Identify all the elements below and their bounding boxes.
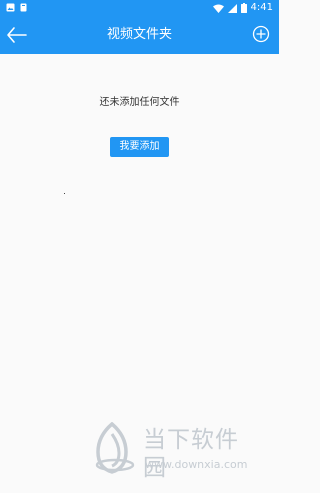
- downxia-logo-icon: [95, 422, 135, 474]
- empty-state-message: 还未添加任何文件: [99, 97, 180, 108]
- wifi-icon: [212, 4, 224, 13]
- status-time: 4:41: [250, 2, 273, 13]
- watermark-url: www.downxia.com: [145, 458, 248, 471]
- add-button[interactable]: [252, 25, 270, 43]
- status-bar: 4:41: [0, 0, 279, 16]
- add-file-button[interactable]: 我要添加: [110, 137, 169, 157]
- image-notification-icon: [6, 3, 15, 12]
- watermark: 当下软件园 www.downxia.com: [92, 422, 262, 481]
- battery-icon: [240, 3, 247, 13]
- signal-icon: [227, 3, 237, 13]
- page-title: 视频文件夹: [106, 27, 172, 42]
- stray-dot: [64, 193, 65, 194]
- watermark-name: 当下软件园: [143, 427, 239, 481]
- app-bar: 视频文件夹: [0, 16, 279, 54]
- card-notification-icon: [20, 3, 27, 12]
- add-circle-icon: [252, 25, 270, 43]
